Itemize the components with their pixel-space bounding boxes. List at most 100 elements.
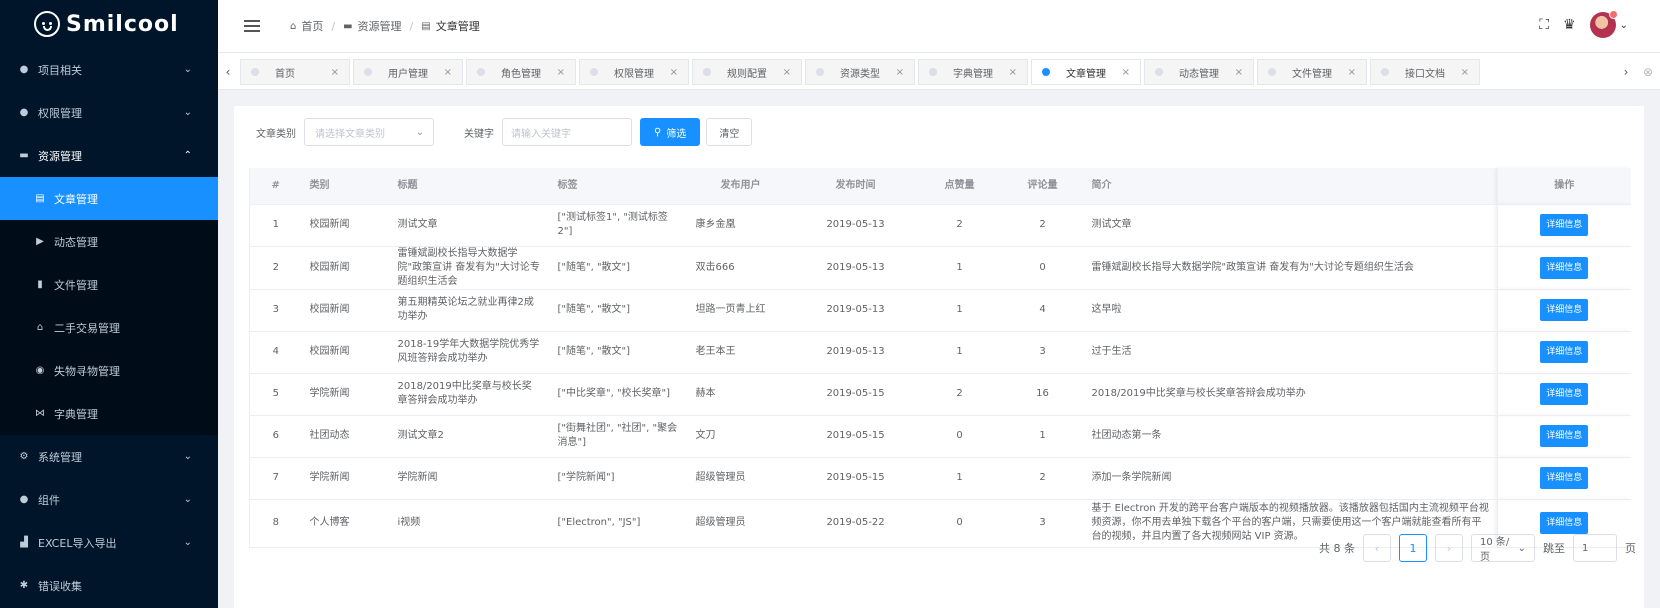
sidebar-item-bug[interactable]: ✱ 错误收集	[0, 564, 218, 607]
detail-button[interactable]: 详细信息	[1540, 214, 1589, 236]
sidebar-item-eye[interactable]: ◉ 失物寻物管理	[0, 349, 218, 392]
cell-comments: 1	[1001, 415, 1084, 458]
sidebar-item-chart[interactable]: ▟ EXCEL导入导出 ⌄	[0, 521, 218, 564]
cell-comments: 2	[1001, 204, 1084, 247]
close-icon[interactable]: ×	[670, 67, 678, 78]
sidebar-item-dict[interactable]: ⋈ 字典管理	[0, 392, 218, 435]
tab-item[interactable]: 角色管理 ×	[466, 59, 576, 85]
table-header-cell: 简介	[1083, 168, 1498, 205]
cell-idx: 5	[249, 373, 302, 416]
page-button[interactable]: 1	[1399, 534, 1427, 562]
cell-likes: 1	[917, 331, 1002, 374]
close-icon[interactable]: ×	[1122, 67, 1130, 78]
breadcrumb: ⌂ 首页 / ▬ 资源管理 / ▤ 文章管理	[290, 18, 480, 34]
cell-likes: 2	[917, 204, 1002, 247]
avatar[interactable]	[1589, 10, 1618, 38]
close-icon[interactable]: ×	[1348, 67, 1356, 78]
close-icon[interactable]: ×	[1235, 67, 1243, 78]
detail-button[interactable]: 详细信息	[1540, 341, 1589, 363]
tab-label: 首页	[275, 68, 295, 80]
tab-dot-icon	[1155, 68, 1163, 76]
tab-dot-icon	[590, 68, 598, 76]
close-icon[interactable]: ×	[444, 67, 452, 78]
sidebar-item-component[interactable]: ● 组件 ⌄	[0, 478, 218, 521]
tab-item[interactable]: 文件管理 ×	[1257, 59, 1367, 85]
cell-intro: 2018/2019中比奖章与校长奖章答辩会成功举办	[1083, 373, 1498, 416]
tab-item[interactable]: 接口文档 ×	[1370, 59, 1480, 85]
tabs-next-icon[interactable]: ›	[1616, 59, 1636, 85]
cell-title: 第五期精英论坛之就业再律2成功举办	[389, 289, 550, 332]
close-all-tabs-icon[interactable]: ⊗	[1638, 59, 1658, 85]
cell-intro: 测试文章	[1083, 204, 1498, 247]
close-icon[interactable]: ×	[1461, 67, 1469, 78]
detail-button[interactable]: 详细信息	[1540, 467, 1589, 489]
sidebar-item-gear[interactable]: ⚙ 系统管理 ⌄	[0, 435, 218, 478]
cell-tags: ["随笔", "散文"]	[549, 246, 688, 290]
folder-icon: ▬	[19, 150, 29, 161]
tab-item[interactable]: 字典管理 ×	[918, 59, 1028, 85]
cell-comments: 4	[1001, 289, 1084, 332]
cell-comments: 3	[1001, 331, 1084, 374]
avatar-dropdown-icon[interactable]: ⌄	[1620, 20, 1628, 31]
category-select[interactable]: 请选择文章类别 ⌄	[304, 118, 434, 146]
top-header: ⌂ 首页 / ▬ 资源管理 / ▤ 文章管理 ⛶ ♛ ⌄	[218, 0, 1660, 52]
table-header-cell: 操作	[1497, 168, 1631, 205]
cell-likes: 0	[917, 499, 1002, 548]
detail-button[interactable]: 详细信息	[1540, 425, 1589, 447]
close-icon[interactable]: ×	[1009, 67, 1017, 78]
jump-input[interactable]: 1	[1573, 534, 1617, 562]
sidebar-item-home[interactable]: ⌂ 二手交易管理	[0, 306, 218, 349]
breadcrumb-item[interactable]: 首页	[301, 18, 323, 34]
tab-item[interactable]: 权限管理 ×	[579, 59, 689, 85]
tab-item[interactable]: 文章管理 ×	[1031, 59, 1141, 85]
hamburger-menu-icon[interactable]	[244, 17, 260, 35]
search-button[interactable]: ⚲ 筛选	[640, 118, 701, 146]
cell-actions: 详细信息	[1497, 373, 1631, 416]
tab-item[interactable]: 首页 ×	[240, 59, 350, 85]
prev-page-button[interactable]: ‹	[1363, 534, 1391, 562]
tabs-prev-icon[interactable]: ‹	[218, 59, 238, 85]
category-label: 文章类别	[256, 128, 296, 140]
close-icon[interactable]: ×	[331, 67, 339, 78]
tab-item[interactable]: 资源类型 ×	[805, 59, 915, 85]
detail-button[interactable]: 详细信息	[1540, 256, 1589, 279]
next-page-button[interactable]: ›	[1435, 534, 1463, 562]
tab-item[interactable]: 规则配置 ×	[692, 59, 802, 85]
cell-category: 社团动态	[301, 415, 390, 458]
detail-button[interactable]: 详细信息	[1540, 299, 1589, 321]
filter-bar: 文章类别 请选择文章类别 ⌄ 关键字 请输入关键字 ⚲ 筛选 清空	[256, 118, 753, 146]
sidebar-item-folder[interactable]: ▬ 资源管理 ⌃	[0, 134, 218, 177]
close-icon[interactable]: ×	[896, 67, 904, 78]
chevron-up-icon: ⌃	[183, 150, 192, 161]
cell-category: 校园新闻	[301, 204, 390, 247]
close-icon[interactable]: ×	[557, 67, 565, 78]
sidebar-item-project[interactable]: ● 项目相关 ⌄	[0, 48, 218, 91]
detail-button[interactable]: 详细信息	[1540, 512, 1589, 534]
cell-time: 2019-05-13	[793, 289, 918, 332]
sidebar-item-lock[interactable]: ● 权限管理 ⌄	[0, 91, 218, 134]
detail-button[interactable]: 详细信息	[1540, 383, 1589, 405]
tab-label: 角色管理	[501, 68, 541, 80]
sidebar-item-play[interactable]: ▶ 动态管理	[0, 220, 218, 263]
chevron-down-icon: ⌄	[183, 494, 192, 505]
tab-item[interactable]: 用户管理 ×	[353, 59, 463, 85]
breadcrumb-item[interactable]: 资源管理	[358, 18, 402, 34]
fullscreen-icon[interactable]: ⛶	[1539, 17, 1549, 33]
page-size-select[interactable]: 10 条/页 ⌄	[1471, 534, 1535, 563]
sidebar-item-article[interactable]: ▤ 文章管理	[0, 177, 218, 220]
cell-user: 超级管理员	[687, 457, 794, 500]
notification-icon[interactable]: ♛	[1563, 17, 1576, 33]
sidebar-item-label: 组件	[38, 493, 60, 507]
clear-button[interactable]: 清空	[706, 118, 753, 146]
close-icon[interactable]: ×	[783, 67, 791, 78]
search-icon: ⚲	[654, 126, 662, 138]
sidebar-item-file[interactable]: ▮ 文件管理	[0, 263, 218, 306]
tab-dot-icon	[364, 68, 372, 76]
table-header-cell: 发布用户	[687, 168, 794, 205]
sidebar-item-label: 项目相关	[38, 63, 82, 77]
tab-label: 接口文档	[1405, 68, 1445, 80]
tab-item[interactable]: 动态管理 ×	[1144, 59, 1254, 85]
logo[interactable]: Smilcool	[0, 0, 218, 48]
keyword-input[interactable]: 请输入关键字	[502, 118, 632, 146]
table-header-cell: 发布时间	[793, 168, 918, 205]
